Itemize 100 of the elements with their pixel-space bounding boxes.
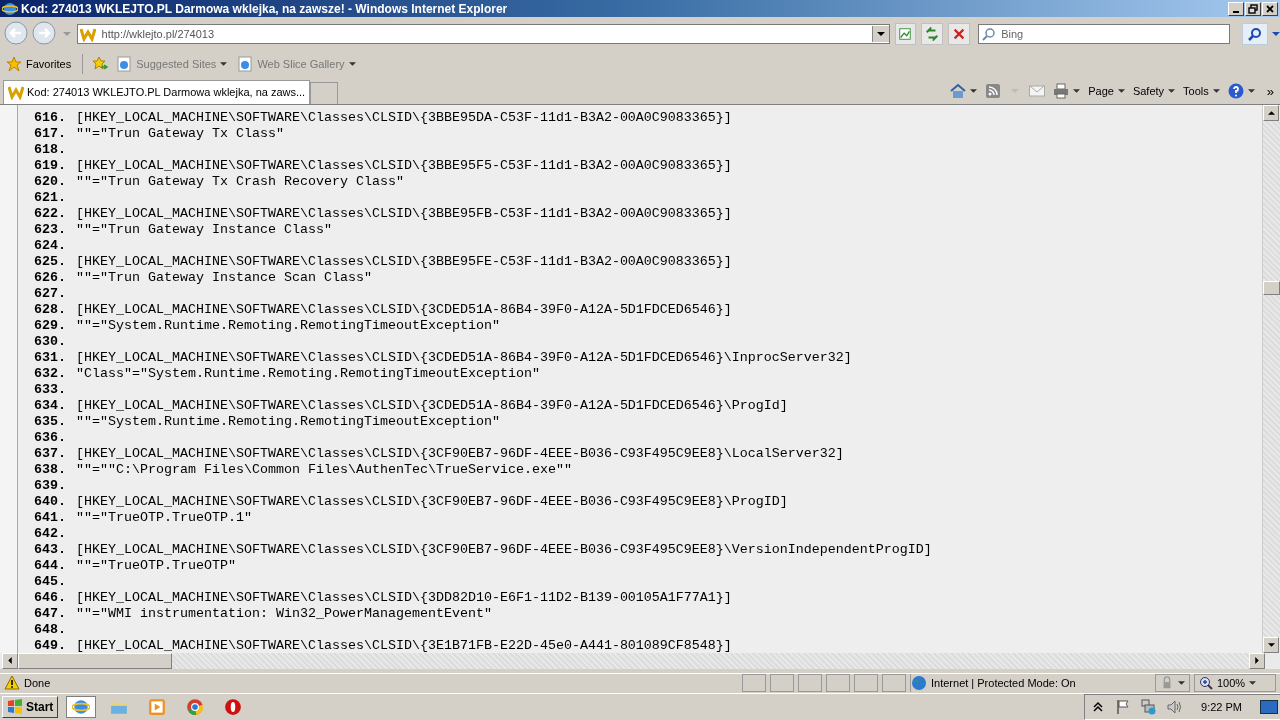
network-icon[interactable] <box>1141 699 1158 715</box>
security-zone[interactable]: Internet | Protected Mode: On <box>910 674 1151 693</box>
code-line: ""="Trun Gateway Instance Class" <box>76 222 332 238</box>
line-number: 617. <box>33 126 66 142</box>
lock-button[interactable] <box>1155 674 1190 693</box>
line-number: 641. <box>33 510 66 526</box>
line-number: 628. <box>33 302 66 318</box>
caret-icon <box>970 89 978 94</box>
browser-logo-icon <box>72 698 91 716</box>
compatibility-button[interactable] <box>894 22 917 45</box>
line-number: 623. <box>33 222 66 238</box>
line-number: 616. <box>33 110 66 126</box>
browser-taskbar-button[interactable] <box>66 696 97 718</box>
command-menu[interactable]: Page <box>1086 85 1127 98</box>
line-number: 626. <box>33 270 66 286</box>
browser-tab[interactable]: Kod: 274013 WKLEJTO.PL Darmowa wklejka, na zaws... <box>3 79 311 104</box>
vertical-scrollbar[interactable] <box>1262 104 1280 653</box>
flag-icon[interactable] <box>1115 699 1132 715</box>
caret-icon <box>1117 89 1125 94</box>
stop-button[interactable] <box>948 22 971 45</box>
overflow-button[interactable]: » <box>1264 83 1276 99</box>
code-line: ""="System.Runtime.Remoting.RemotingTimeoutException" <box>76 318 500 334</box>
window-title: Kod: 274013 WKLEJTO.PL Darmowa wklejka, na zawsze! - Windows Internet Explorer <box>21 1 508 16</box>
line-number: 624. <box>33 238 66 254</box>
start-button[interactable]: Start <box>2 696 59 718</box>
restore-icon <box>1248 3 1258 14</box>
site-logo-icon <box>8 84 24 101</box>
close-icon <box>1265 3 1275 14</box>
search-button[interactable] <box>1242 22 1269 45</box>
speaker-icon[interactable] <box>1167 699 1184 715</box>
code-line: [HKEY_LOCAL_MACHINE\SOFTWARE\Classes\CLSID\{3CDED51A-86B4-39F0-A12A-5D1FDCED6546}\ProgId] <box>76 398 788 414</box>
status-text: Done <box>24 677 52 690</box>
right-arrow-icon <box>1255 657 1259 665</box>
show-desktop-button[interactable] <box>1260 700 1278 714</box>
back-button[interactable] <box>3 20 29 47</box>
status-pane <box>770 674 794 693</box>
line-number: 625. <box>33 254 66 270</box>
print-button[interactable] <box>1051 83 1083 100</box>
code-line: [HKEY_LOCAL_MACHINE\SOFTWARE\Classes\CLSID\{3E1B71FB-E22D-45e0-A441-801089CF8548}] <box>76 638 732 653</box>
line-number: 620. <box>33 174 66 190</box>
down-arrow-icon <box>1267 642 1275 647</box>
clock[interactable]: 9:22 PM <box>1201 701 1242 713</box>
line-number: 648. <box>33 622 66 638</box>
line-number: 647. <box>33 606 66 622</box>
line-number: 631. <box>33 350 66 366</box>
restore-button[interactable] <box>1245 1 1261 16</box>
status-pane <box>798 674 822 693</box>
status-pane <box>742 674 766 693</box>
code-line: [HKEY_LOCAL_MACHINE\SOFTWARE\Classes\CLSID\{3CDED51A-86B4-39F0-A12A-5D1FDCED6546}\InprocServer32] <box>76 350 852 366</box>
search-icon <box>1248 26 1263 41</box>
home-icon <box>950 83 967 100</box>
address-dropdown-button[interactable] <box>871 25 889 42</box>
up-arrow-icon <box>1267 110 1275 115</box>
line-number: 638. <box>33 462 66 478</box>
code-line: [HKEY_LOCAL_MACHINE\SOFTWARE\Classes\CLSID\{3CDED51A-86B4-39F0-A12A-5D1FDCED6546}] <box>76 302 732 318</box>
code-line: ""="TrueOTP.TrueOTP.1" <box>76 510 252 526</box>
ring-logo-icon <box>224 698 243 716</box>
warning-icon <box>4 675 20 692</box>
scroll-thumb[interactable] <box>1263 280 1280 295</box>
search-options-icon[interactable] <box>1272 31 1280 36</box>
zoom-button[interactable]: 100% <box>1194 674 1276 693</box>
caret-icon <box>1249 681 1257 686</box>
line-number: 649. <box>33 638 66 653</box>
code-line: [HKEY_LOCAL_MACHINE\SOFTWARE\Classes\CLSID\{3CF90EB7-96DF-4EEE-B036-C93F495C9EE8}\VersionIndependentProgID] <box>76 542 932 558</box>
printer-icon <box>1053 83 1070 100</box>
code-line: [HKEY_LOCAL_MACHINE\SOFTWARE\Classes\CLSID\{3DD82D10-E6F1-11D2-B139-00105A1F77A1}] <box>76 590 732 606</box>
line-number: 643. <box>33 542 66 558</box>
code-line: ""="TrueOTP.TrueOTP" <box>76 558 236 574</box>
help-icon <box>1227 83 1244 100</box>
line-number: 640. <box>33 494 66 510</box>
code-line: ""="Trun Gateway Tx Crash Recovery Class" <box>76 174 404 190</box>
left-arrow-icon <box>8 657 12 665</box>
caret-icon <box>1212 89 1220 94</box>
line-number: 619. <box>33 158 66 174</box>
code-line: [HKEY_LOCAL_MACHINE\SOFTWARE\Classes\CLSID\{3BBE95DA-C53F-11d1-B3A2-00A0C9083365}] <box>76 110 732 126</box>
caret-icon <box>1073 89 1081 94</box>
line-number: 630. <box>33 334 66 350</box>
command-menu[interactable]: Safety <box>1130 85 1178 98</box>
minimize-button[interactable] <box>1228 1 1244 16</box>
browser-logo-icon <box>2 0 18 17</box>
magnifier-icon <box>1199 676 1213 691</box>
feed-icon <box>985 83 1002 100</box>
home-button[interactable] <box>948 83 980 100</box>
page-icon <box>237 56 254 73</box>
line-number: 621. <box>33 190 66 206</box>
search-field[interactable]: Bing <box>978 23 1231 44</box>
page-icon <box>116 56 133 73</box>
mail-button[interactable] <box>1027 85 1048 98</box>
line-number: 633. <box>33 382 66 398</box>
line-number: 646. <box>33 590 66 606</box>
command-menu[interactable]: Tools <box>1181 85 1222 98</box>
close-button[interactable] <box>1262 1 1278 16</box>
add-favorite-icon[interactable] <box>92 56 109 73</box>
address-field[interactable]: http://wklejto.pl/274013 <box>76 23 890 44</box>
forward-button[interactable] <box>30 20 57 47</box>
refresh-button[interactable] <box>921 22 944 45</box>
minimize-icon <box>1233 10 1239 13</box>
line-number: 627. <box>33 286 66 302</box>
caret-icon <box>1247 89 1255 94</box>
favorites-button[interactable]: Favorites <box>4 56 74 73</box>
